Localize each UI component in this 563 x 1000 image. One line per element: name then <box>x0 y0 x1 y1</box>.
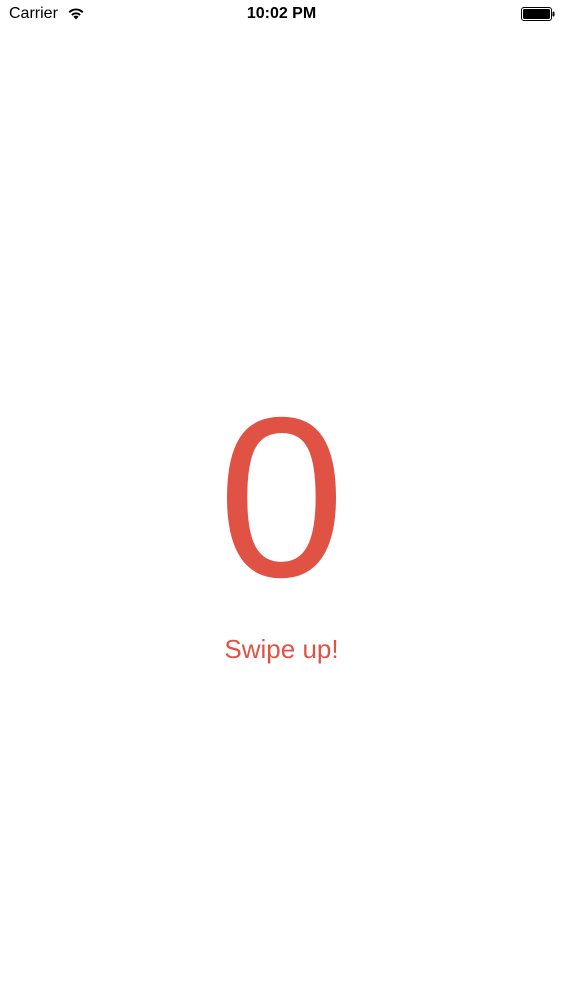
battery-icon <box>521 7 555 21</box>
status-bar: Carrier 10:02 PM <box>0 0 563 28</box>
status-time: 10:02 PM <box>246 5 317 22</box>
swipe-hint-label: Swipe up! <box>224 634 339 664</box>
swipe-counter[interactable]: 0 <box>0 378 563 618</box>
